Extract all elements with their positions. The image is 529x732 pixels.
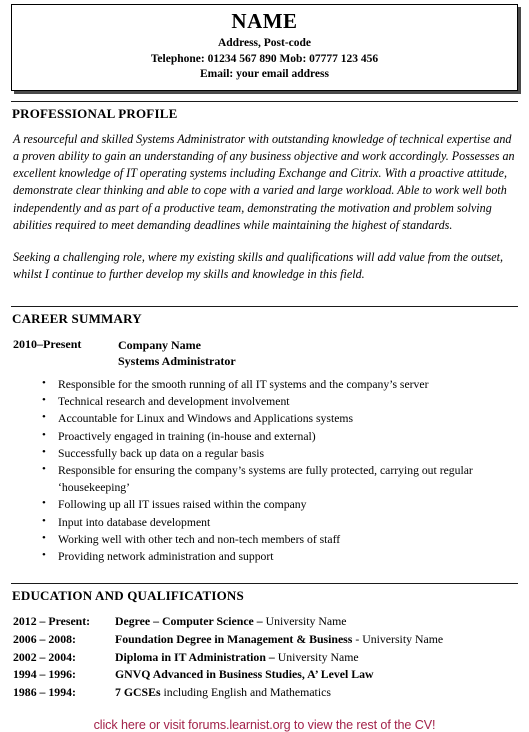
education-detail: Diploma in IT Administration – Universit…	[115, 649, 518, 667]
education-qualification: Degree – Computer Science –	[115, 614, 266, 629]
job-duties-list: Responsible for the smooth running of al…	[11, 375, 518, 565]
section-divider	[11, 306, 518, 308]
list-item: Responsible for the smooth running of al…	[11, 375, 518, 393]
section-heading-education: EDUCATION AND QUALIFICATIONS	[12, 588, 244, 604]
job-company-name: Company Name	[118, 337, 201, 352]
list-item: Working well with other tech and non-tec…	[11, 530, 518, 548]
education-qualification: 7 GCSEs	[115, 685, 164, 700]
education-date: 1986 – 1994:	[13, 685, 76, 700]
table-row: 2012 – Present: Degree – Computer Science…	[11, 613, 518, 631]
list-item: Technical research and development invol…	[11, 392, 518, 410]
page-title: NAME	[231, 9, 298, 33]
education-detail: GNVQ Advanced in Business Studies, A’ Le…	[115, 666, 518, 684]
email-line: Email: your email address	[200, 68, 329, 81]
address-line: Address, Post-code	[217, 37, 312, 50]
education-rows: 2012 – Present: Degree – Computer Science…	[11, 613, 518, 701]
list-item: Providing network administration and sup…	[11, 547, 518, 565]
telephone-line: Telephone: 01234 567 890 Mob: 07777 123 …	[150, 52, 379, 65]
education-institution: University Name	[277, 649, 359, 664]
document-body: PROFESSIONAL PROFILE A resourceful and s…	[0, 100, 529, 732]
section-heading-career-summary: CAREER SUMMARY	[12, 311, 142, 327]
list-item: Responsible for ensuring the company’s s…	[11, 461, 518, 496]
education-detail: Degree – Computer Science – University N…	[115, 613, 518, 631]
job-entry-header: 2010–Present Company Name Systems Admini…	[13, 337, 518, 369]
table-row: 1994 – 1996: GNVQ Advanced in Business St…	[11, 666, 518, 684]
list-item: Accountable for Linux and Windows and Ap…	[11, 409, 518, 427]
profile-paragraph-1: A resourceful and skilled Systems Admini…	[13, 131, 515, 232]
footer-cv-link[interactable]: click here or visit forums.learnist.org …	[11, 718, 518, 732]
table-row: 1986 – 1994: 7 GCSEs including English an…	[11, 684, 518, 702]
education-qualification: Diploma in IT Administration –	[115, 649, 278, 664]
list-item: Input into database development	[11, 513, 518, 531]
list-item: Following up all IT issues raised within…	[11, 495, 518, 513]
education-institution: - University Name	[355, 632, 444, 647]
education-institution: University Name	[265, 614, 347, 629]
table-row: 2002 – 2004: Diploma in IT Administration…	[11, 649, 518, 667]
list-item: Successfully back up data on a regular b…	[11, 444, 518, 462]
education-date: 2002 – 2004:	[13, 649, 76, 664]
section-education-qualifications: EDUCATION AND QUALIFICATIONS 2012 – Pres…	[11, 583, 518, 702]
job-role-title: Systems Administrator	[118, 353, 236, 368]
table-row: 2006 – 2008: Foundation Degree in Managem…	[11, 631, 518, 649]
education-qualification: Foundation Degree in Management & Busine…	[115, 632, 356, 647]
profile-paragraph-2: Seeking a challenging role, where my exi…	[13, 249, 504, 282]
header-contact-box: NAME Address, Post-code Telephone: 01234…	[11, 4, 518, 91]
education-date: 2006 – 2008:	[13, 632, 76, 647]
section-divider	[11, 583, 518, 585]
education-qualification: GNVQ Advanced in Business Studies, A’ Le…	[115, 667, 374, 682]
education-date: 1994 – 1996:	[13, 667, 76, 682]
education-detail: Foundation Degree in Management & Busine…	[115, 631, 518, 649]
section-heading-professional-profile: PROFESSIONAL PROFILE	[12, 105, 178, 121]
education-institution: including English and Mathematics	[163, 685, 331, 700]
education-date: 2012 – Present:	[13, 614, 91, 629]
education-detail: 7 GCSEs including English and Mathematic…	[115, 684, 518, 702]
section-divider	[11, 100, 518, 102]
job-details: Company Name Systems Administrator	[118, 337, 518, 369]
section-career-summary: CAREER SUMMARY 2010–Present Company Name…	[11, 306, 518, 565]
list-item: Proactively engaged in training (in-hous…	[11, 427, 518, 445]
section-professional-profile: PROFESSIONAL PROFILE A resourceful and s…	[11, 100, 518, 284]
job-dates: 2010–Present	[13, 336, 82, 351]
cv-document-page: NAME Address, Post-code Telephone: 01234…	[0, 4, 529, 732]
